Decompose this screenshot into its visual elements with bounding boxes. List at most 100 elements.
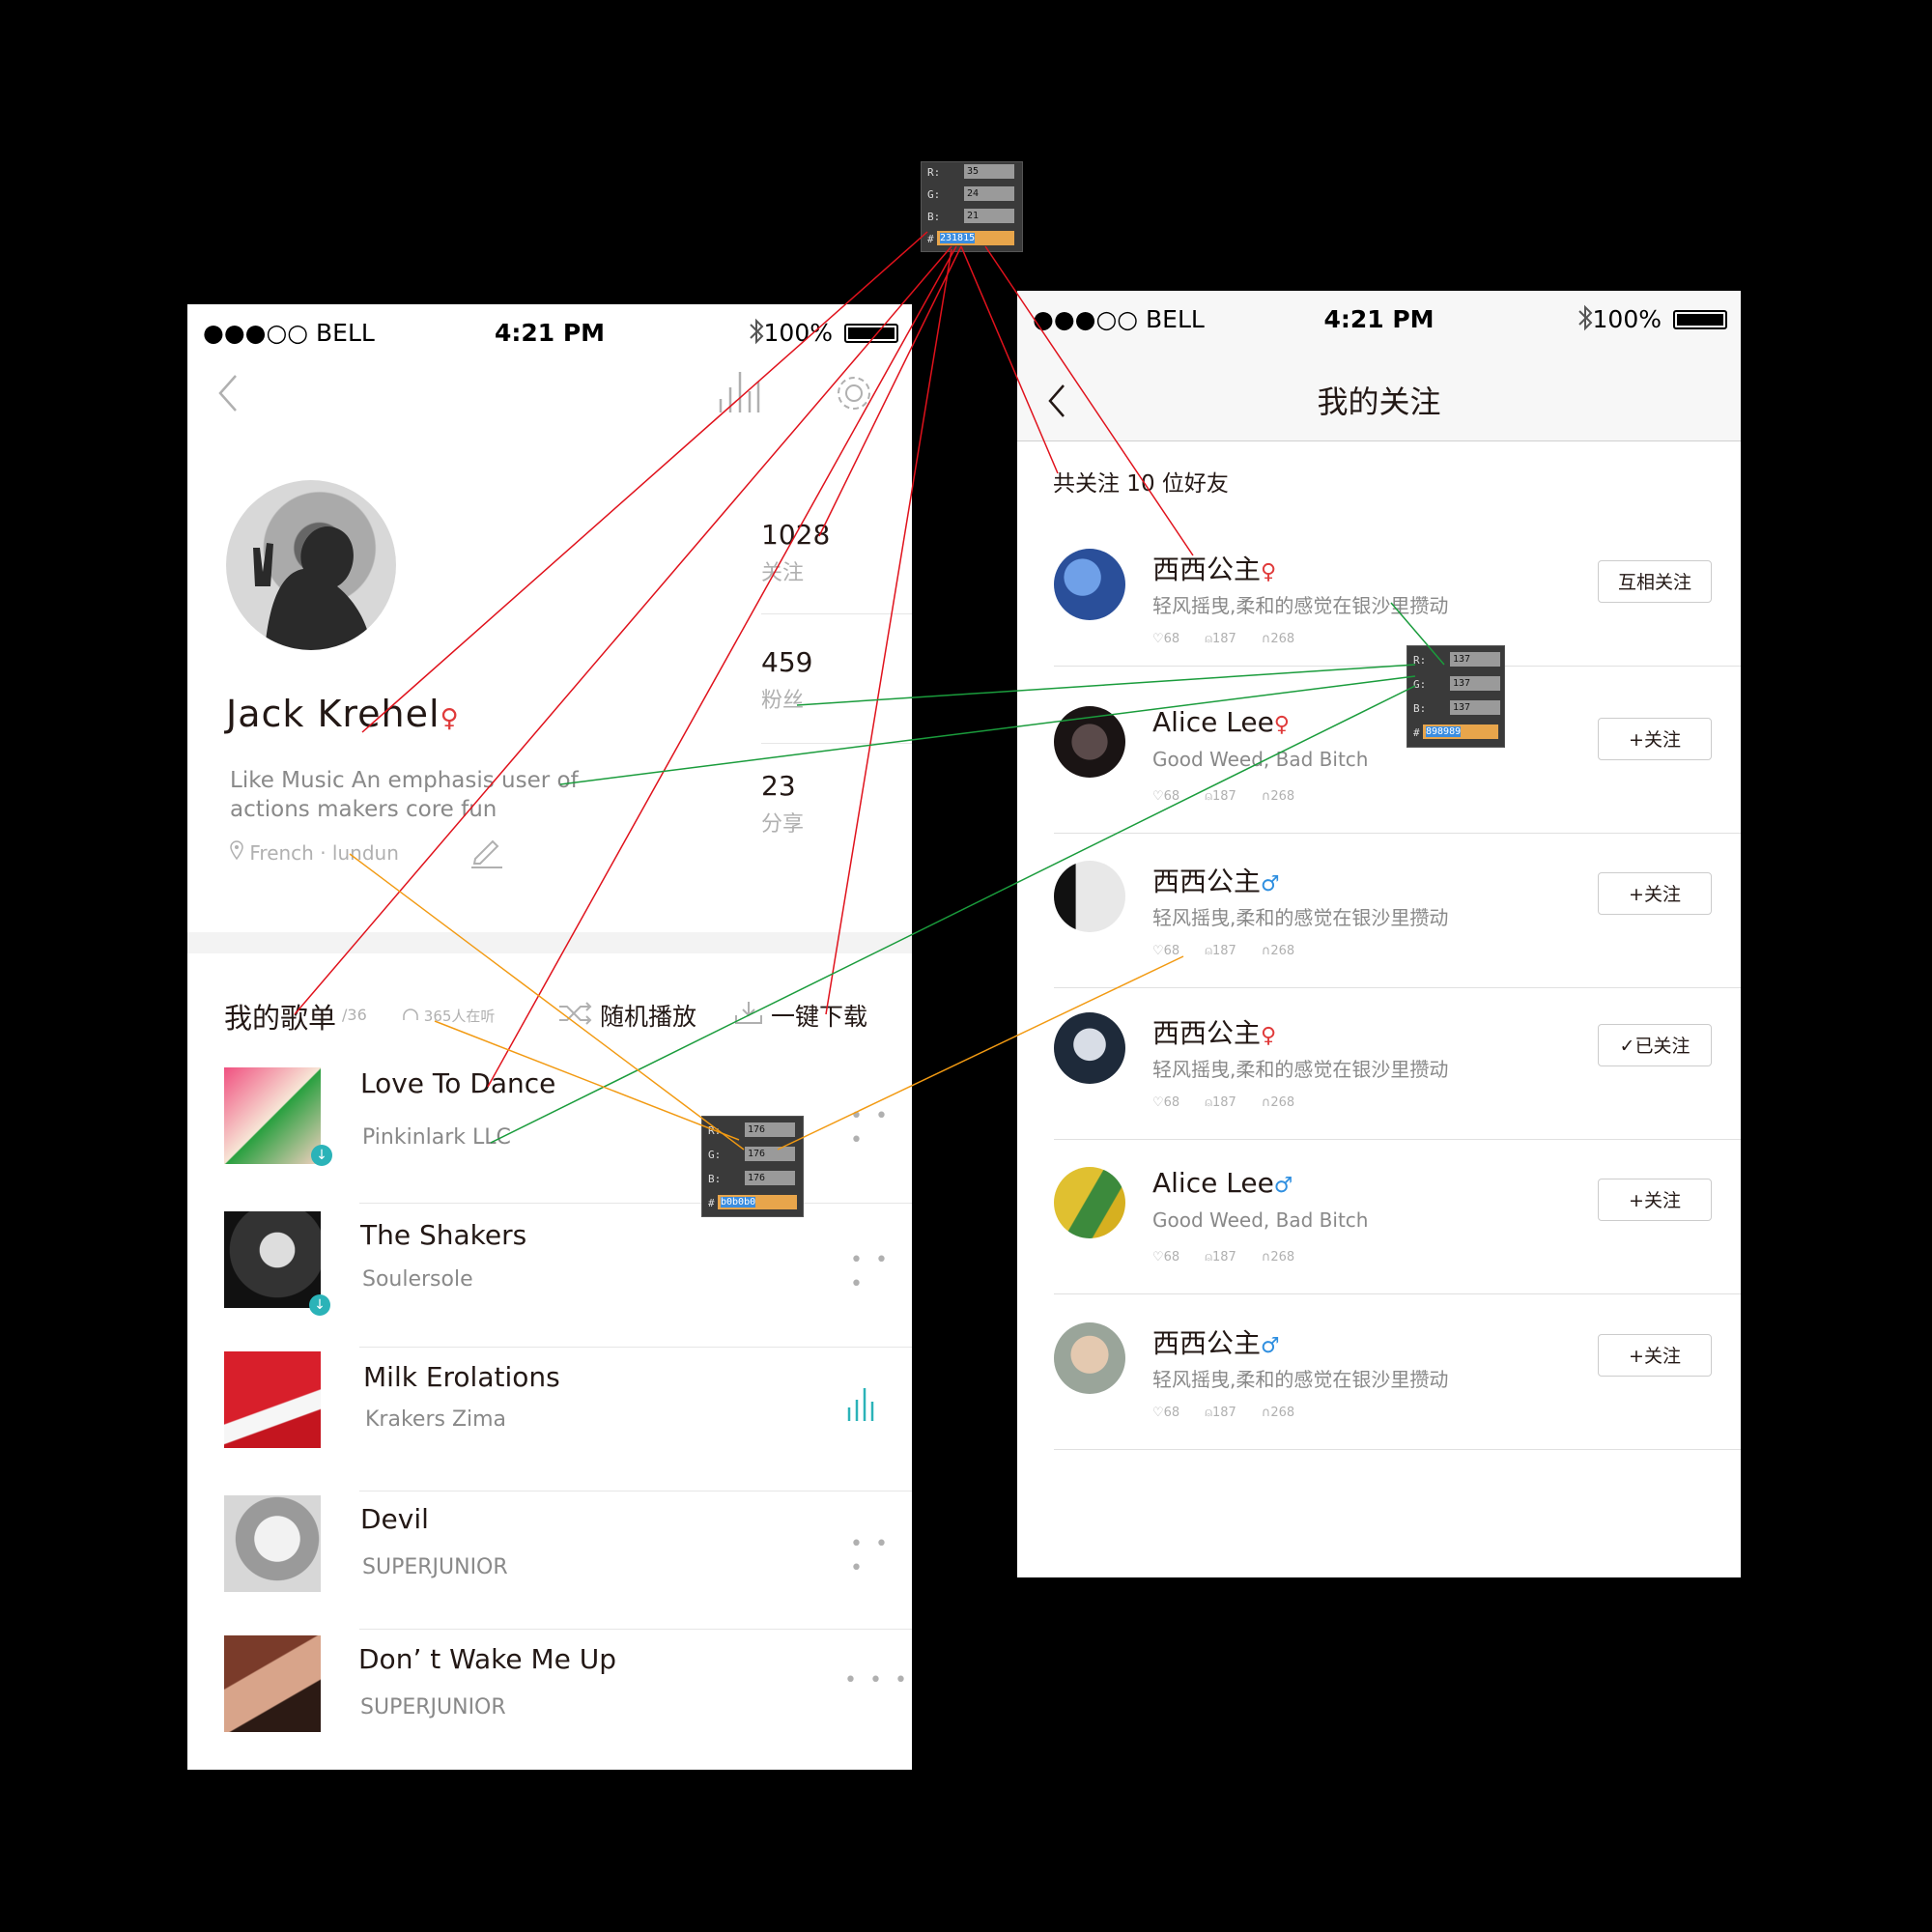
song-row[interactable]: Don’ t Wake Me Up SUPERJUNIOR • • •	[187, 1635, 912, 1770]
user-bio: 轻风摇曳,柔和的感觉在银沙里攒动	[1152, 906, 1449, 929]
user-avatar[interactable]	[1054, 861, 1125, 932]
stat-fans-label: 粉丝	[761, 689, 805, 713]
gender-icon: ♂	[1273, 1174, 1293, 1198]
picker-g-value: 176	[745, 1147, 795, 1161]
color-picker-mid: R: 137 G: 137 B: 137 # 898989	[1406, 645, 1505, 748]
stat-shares-value[interactable]: 23	[761, 770, 796, 802]
divider	[359, 1347, 912, 1348]
divider	[1054, 666, 1741, 667]
person-icon: ⍝	[1205, 632, 1213, 646]
follow-button[interactable]: 互相关注	[1598, 560, 1712, 603]
more-options-icon[interactable]: • • •	[850, 1104, 912, 1152]
divider	[359, 1629, 912, 1630]
battery-icon	[1673, 310, 1727, 329]
song-artist: Pinkinlark LLC	[362, 1125, 511, 1150]
fans-count: 187	[1212, 1406, 1236, 1420]
download-all-button[interactable]: 一键下载	[734, 998, 867, 1033]
user-meta: ♡68 ⍝187 ∩268	[1152, 632, 1294, 646]
song-title: Don’ t Wake Me Up	[358, 1643, 617, 1675]
song-row[interactable]: Milk Erolations Krakers Zima	[187, 1351, 912, 1496]
user-avatar[interactable]	[1054, 706, 1125, 778]
listens-count: 268	[1270, 1406, 1295, 1420]
gender-icon: ♀	[1261, 560, 1277, 584]
following-user-row[interactable]: 西西公主♂ 轻风摇曳,柔和的感觉在银沙里攒动 ♡68 ⍝187 ∩268 +关注	[1017, 1311, 1741, 1465]
battery-percent: 100%	[1592, 305, 1662, 333]
likes-count: 68	[1163, 632, 1180, 646]
picker-r-label: R:	[708, 1124, 722, 1137]
following-user-row[interactable]: Alice Lee♂ Good Weed, Bad Bitch ♡68 ⍝187 ∩26…	[1017, 1155, 1741, 1310]
song-row[interactable]: ↓ The Shakers Soulersole • • •	[187, 1211, 912, 1356]
user-avatar[interactable]	[1054, 549, 1125, 620]
headphones-icon: ∩	[1261, 1406, 1271, 1420]
album-cover	[224, 1495, 321, 1592]
now-playing-icon	[846, 1388, 877, 1425]
location-text: French · lundun	[249, 841, 399, 865]
more-options-icon[interactable]: • • •	[850, 1248, 912, 1296]
follow-button[interactable]: +关注	[1598, 1179, 1712, 1221]
following-user-row[interactable]: 西西公主♀ 轻风摇曳,柔和的感觉在银沙里攒动 ♡68 ⍝187 ∩268 互相关注	[1017, 537, 1741, 692]
downloaded-icon: ↓	[311, 1145, 332, 1166]
headphones-icon	[402, 1008, 424, 1025]
user-avatar[interactable]	[1054, 1167, 1125, 1238]
edit-pencil-icon[interactable]	[469, 834, 504, 872]
divider	[1054, 833, 1741, 834]
headphones-icon: ∩	[1261, 944, 1271, 958]
picker-b-value: 137	[1450, 700, 1500, 715]
user-name-text: 西西公主	[1152, 1327, 1262, 1359]
person-icon: ⍝	[1205, 1250, 1213, 1264]
profile-avatar[interactable]	[226, 480, 396, 650]
following-user-row[interactable]: 西西公主♀ 轻风摇曳,柔和的感觉在银沙里攒动 ♡68 ⍝187 ∩268 ✓已关注	[1017, 1001, 1741, 1155]
likes-count: 68	[1163, 944, 1180, 958]
user-avatar[interactable]	[1054, 1012, 1125, 1084]
follow-button[interactable]: +关注	[1598, 872, 1712, 915]
color-picker-light: R: 176 G: 176 B: 176 # b0b0b0	[701, 1116, 804, 1217]
listens-count: 268	[1270, 944, 1295, 958]
following-user-row[interactable]: Alice Lee♀ Good Weed, Bad Bitch ♡68 ⍝187 ∩26…	[1017, 695, 1741, 849]
shuffle-button[interactable]: 随机播放	[557, 998, 696, 1033]
headphones-icon: ∩	[1261, 789, 1271, 804]
picker-b-label: B:	[708, 1173, 722, 1185]
playlist-title: 我的歌单	[224, 1002, 337, 1035]
picker-hex: 231815	[937, 231, 1014, 245]
settings-gear-icon[interactable]	[833, 372, 875, 418]
stat-fans-value[interactable]: 459	[761, 646, 812, 678]
likes-count: 68	[1163, 789, 1180, 804]
back-icon[interactable]	[216, 372, 240, 418]
picker-r-label: R:	[927, 166, 941, 179]
user-name: 西西公主♂	[1152, 861, 1280, 899]
follow-button[interactable]: +关注	[1598, 1334, 1712, 1377]
song-title: The Shakers	[360, 1219, 527, 1251]
song-title: Milk Erolations	[363, 1361, 560, 1393]
more-options-icon[interactable]: • • •	[844, 1668, 910, 1692]
user-avatar[interactable]	[1054, 1322, 1125, 1394]
battery-icon	[844, 324, 898, 343]
user-meta: ♡68 ⍝187 ∩268	[1152, 944, 1294, 958]
follow-button[interactable]: ✓已关注	[1598, 1024, 1712, 1066]
song-artist: SUPERJUNIOR	[362, 1555, 508, 1579]
fans-count: 187	[1212, 1095, 1236, 1110]
picker-hex-value: b0b0b0	[721, 1197, 756, 1208]
listeners-text: 365人在听	[423, 1008, 496, 1025]
listens-count: 268	[1270, 789, 1295, 804]
user-name: Alice Lee♀	[1152, 706, 1290, 738]
divider	[359, 1491, 912, 1492]
divider	[1054, 1139, 1741, 1140]
profile-name-text: Jack Krehel	[226, 693, 440, 735]
playlist-count: /36	[342, 1006, 367, 1024]
stat-following-value[interactable]: 1028	[761, 519, 830, 551]
picker-hex-value: 231815	[940, 233, 976, 243]
bluetooth-icon	[1577, 304, 1594, 337]
shuffle-icon	[557, 1002, 600, 1031]
picker-r-label: R:	[1413, 654, 1427, 667]
likes-count: 68	[1163, 1406, 1180, 1420]
gender-icon: ♂	[1261, 1334, 1280, 1358]
song-row[interactable]: Devil SUPERJUNIOR • • •	[187, 1495, 912, 1640]
song-artist: Soulersole	[362, 1267, 473, 1292]
more-options-icon[interactable]: • • •	[850, 1532, 912, 1580]
fans-count: 187	[1212, 632, 1236, 646]
follow-button[interactable]: +关注	[1598, 718, 1712, 760]
color-picker-dark: R: 35 G: 24 B: 21 # 231815	[921, 161, 1023, 252]
following-user-row[interactable]: 西西公主♂ 轻风摇曳,柔和的感觉在银沙里攒动 ♡68 ⍝187 ∩268 +关注	[1017, 849, 1741, 1004]
song-title: Love To Dance	[360, 1067, 556, 1099]
equalizer-icon[interactable]	[717, 370, 761, 416]
